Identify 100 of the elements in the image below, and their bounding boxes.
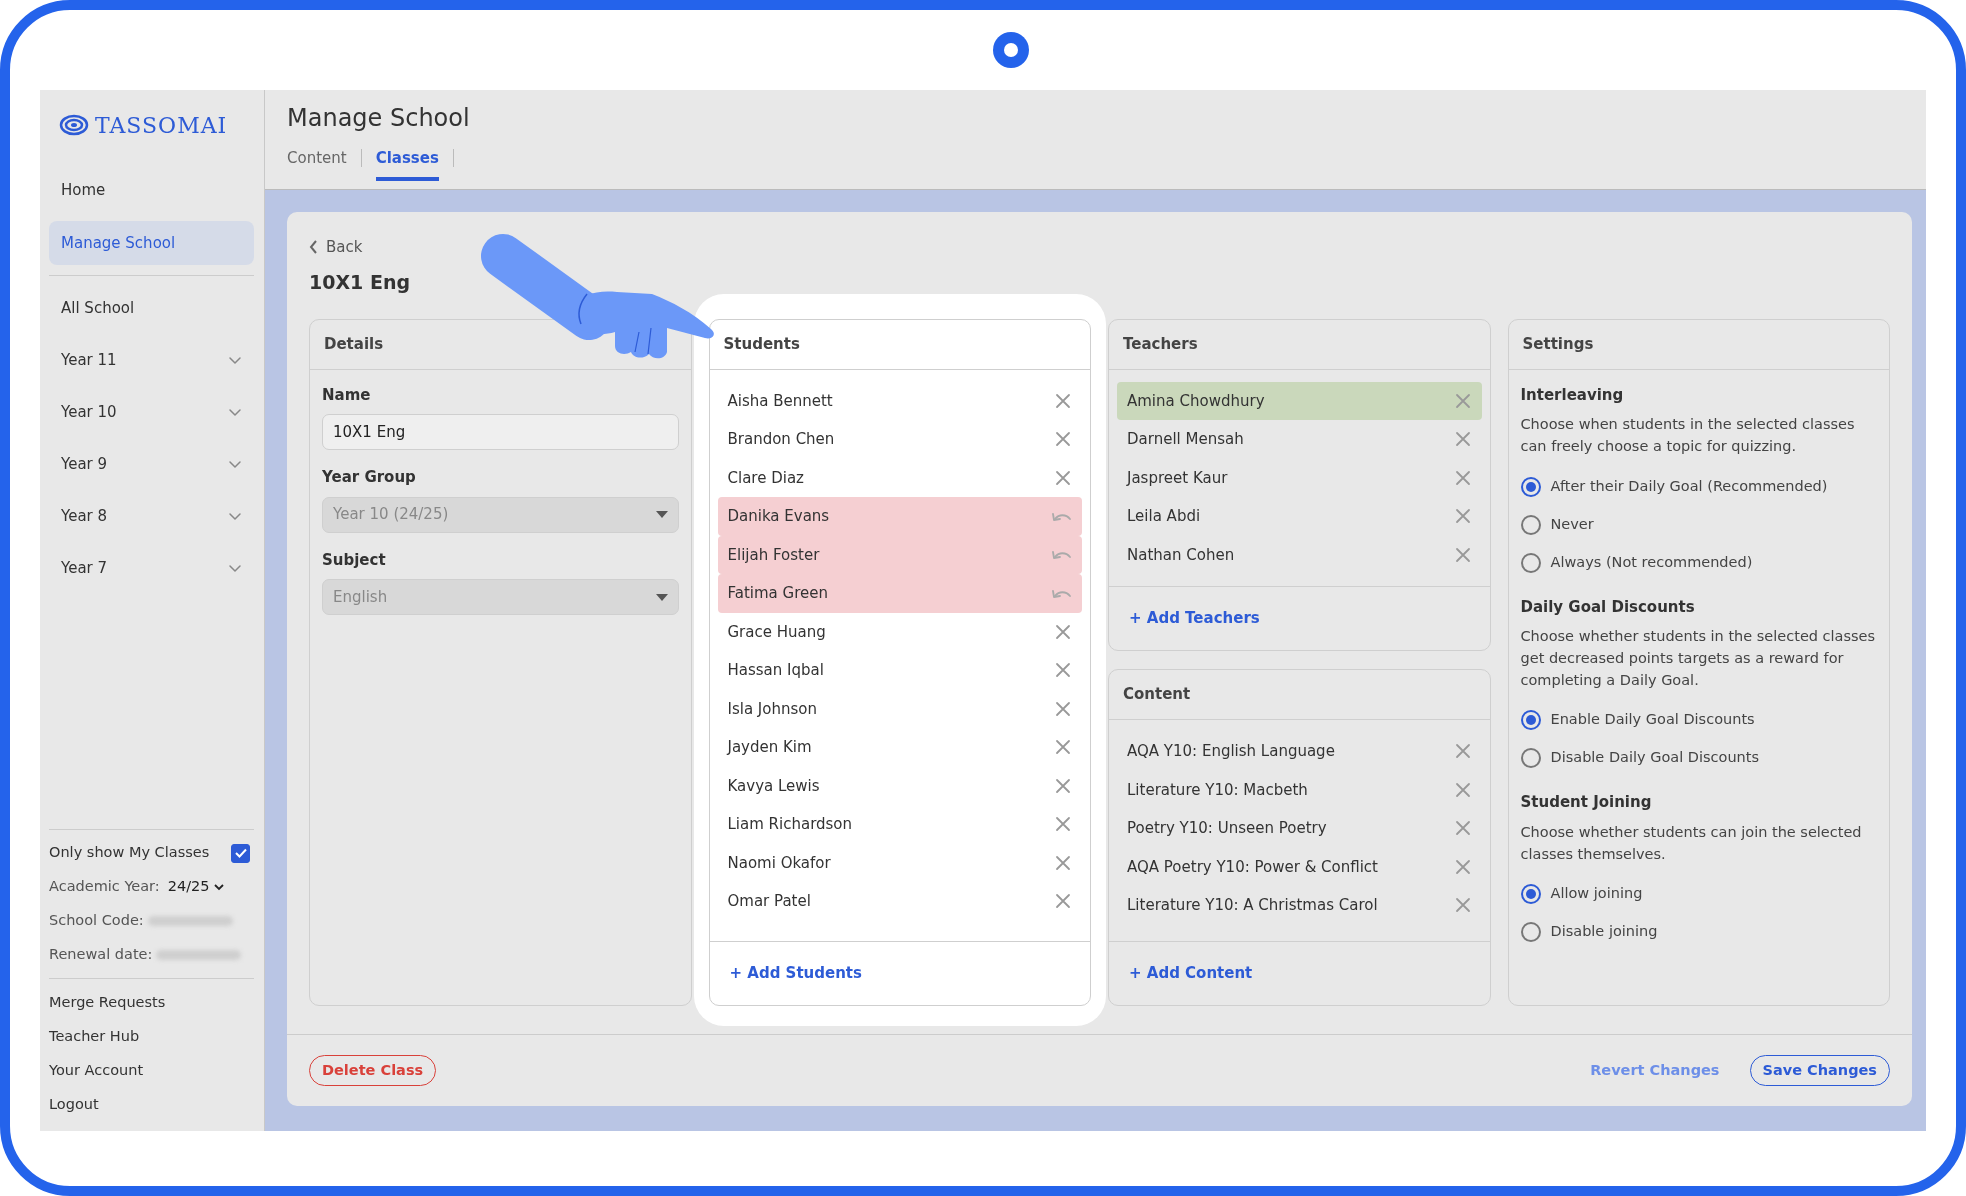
sidebar-link[interactable]: Your Account	[49, 1053, 254, 1087]
radio-button[interactable]	[1520, 552, 1541, 573]
remove-button[interactable]	[1453, 430, 1472, 449]
sidebar-item[interactable]: Year 10	[49, 386, 254, 438]
remove-button[interactable]	[1453, 819, 1472, 838]
close-icon	[1453, 896, 1472, 915]
sidebar-item[interactable]: Manage School	[49, 220, 254, 265]
sidebar-link[interactable]: Logout	[49, 1087, 254, 1121]
remove-button[interactable]	[1453, 507, 1472, 526]
close-icon	[1054, 892, 1072, 911]
panel-title: Students	[709, 319, 1090, 370]
remove-button[interactable]	[1054, 430, 1072, 449]
text-field[interactable]: 10X1 Eng	[322, 414, 679, 450]
sidebar-link[interactable]: Teacher Hub	[49, 1019, 254, 1053]
panel-title: Details	[310, 319, 691, 370]
remove-button[interactable]	[1054, 815, 1072, 834]
item-name: Liam Richardson	[727, 814, 853, 835]
remove-button[interactable]	[1054, 391, 1072, 410]
option-label: Always (Not recommended)	[1550, 552, 1753, 572]
radio-button[interactable]	[1520, 748, 1541, 769]
item-name: Aisha Bennett	[727, 390, 833, 412]
remove-button[interactable]	[1453, 468, 1472, 487]
field-label: Name	[322, 384, 372, 406]
remove-button[interactable]	[1453, 391, 1472, 410]
logo-text: TASSOMAI	[95, 111, 228, 140]
close-icon	[1054, 468, 1072, 487]
option-label: Allow joining	[1550, 884, 1643, 904]
item-name: AQA Poetry Y10: Power & Conflict	[1127, 856, 1378, 878]
item-name: Isla Johnson	[727, 698, 817, 720]
option-label: Never	[1550, 514, 1594, 534]
item-name: Leila Abdi	[1127, 506, 1201, 527]
page-title: Manage School	[287, 104, 471, 133]
remove-button[interactable]	[1054, 853, 1072, 872]
close-icon	[1054, 776, 1072, 795]
remove-button[interactable]	[1054, 892, 1072, 911]
item-name: Grace Huang	[727, 621, 826, 643]
sidebar-item[interactable]: Year 8	[49, 490, 254, 542]
close-icon	[1054, 391, 1072, 410]
item-name: AQA Y10: English Language	[1127, 741, 1335, 762]
sidebar-item[interactable]: Year 11	[49, 334, 254, 386]
close-icon	[1453, 507, 1472, 526]
remove-button[interactable]	[1054, 699, 1072, 718]
item-name: Hassan Iqbal	[727, 660, 824, 681]
section-description: Choose whether students in the selected classes get decreased points targets as a reward for completing a Daily Goal.	[1520, 627, 1877, 690]
remove-button[interactable]	[1453, 742, 1472, 761]
tab[interactable]: Classes	[375, 142, 439, 182]
close-icon	[1453, 545, 1472, 564]
panel-title: Settings	[1508, 319, 1889, 370]
remove-button[interactable]	[1054, 776, 1072, 795]
field-label: Year Group	[322, 467, 417, 488]
item-name: Danika Evans	[727, 506, 830, 527]
remove-button[interactable]	[1054, 622, 1072, 641]
remove-button[interactable]	[1054, 468, 1072, 487]
remove-button[interactable]	[1054, 738, 1072, 757]
section-description: Choose whether students can join the selected classes themselves.	[1520, 822, 1863, 864]
section-description: Choose when students in the selected classes can freely choose a topic for quizzing.	[1520, 415, 1856, 456]
add-link[interactable]: + Add Content	[1129, 962, 1253, 985]
close-icon	[1453, 819, 1472, 838]
radio-button[interactable]	[1520, 884, 1541, 905]
close-icon	[1453, 391, 1472, 410]
item-name: Fatima Green	[727, 583, 828, 604]
back-link[interactable]: Back	[309, 232, 363, 262]
close-icon	[1054, 622, 1072, 641]
field-label: Academic Year:	[49, 877, 160, 897]
radio-button[interactable]	[1520, 514, 1541, 535]
caret-down-icon	[655, 511, 668, 518]
radio-button[interactable]	[1520, 476, 1541, 497]
item-name: Amina Chowdhury	[1127, 390, 1265, 412]
sidebar-item[interactable]: Year 9	[49, 438, 254, 490]
item-name: Omar Patel	[727, 891, 811, 912]
item-name: Brandon Chen	[727, 429, 835, 450]
sidebar-item[interactable]: All School	[49, 282, 254, 334]
item-name: Darnell Mensah	[1127, 429, 1244, 450]
option-label: Disable Daily Goal Discounts	[1550, 748, 1760, 768]
checkbox[interactable]	[231, 843, 250, 863]
sidebar-item[interactable]: Year 7	[49, 542, 254, 594]
sidebar-link[interactable]: Merge Requests	[49, 985, 254, 1019]
item-name: Elijah Foster	[727, 544, 820, 566]
remove-button[interactable]	[1453, 780, 1472, 799]
checkbox-label: Only show My Classes	[49, 843, 210, 863]
remove-button[interactable]	[1453, 545, 1472, 564]
radio-button[interactable]	[1520, 710, 1541, 731]
remove-button[interactable]	[1054, 661, 1072, 680]
add-link[interactable]: + Add Students	[729, 962, 862, 985]
remove-button[interactable]	[1453, 896, 1472, 915]
item-name: Literature Y10: Macbeth	[1127, 779, 1308, 801]
undo-button[interactable]	[1051, 548, 1072, 562]
add-link[interactable]: + Add Teachers	[1129, 607, 1260, 630]
option-label: Enable Daily Goal Discounts	[1550, 710, 1755, 730]
undo-icon	[1051, 548, 1072, 562]
remove-button[interactable]	[1453, 857, 1472, 876]
camera-icon	[993, 32, 1029, 68]
close-icon	[1453, 468, 1472, 487]
tab[interactable]: Content	[287, 142, 347, 182]
sidebar-item[interactable]: Home	[49, 168, 254, 213]
year-dropdown[interactable]: 24/25	[167, 876, 224, 898]
section-title: Interleaving	[1520, 384, 1625, 406]
radio-button[interactable]	[1520, 922, 1541, 943]
item-name: Naomi Okafor	[727, 852, 831, 874]
item-name: Poetry Y10: Unseen Poetry	[1127, 818, 1327, 839]
